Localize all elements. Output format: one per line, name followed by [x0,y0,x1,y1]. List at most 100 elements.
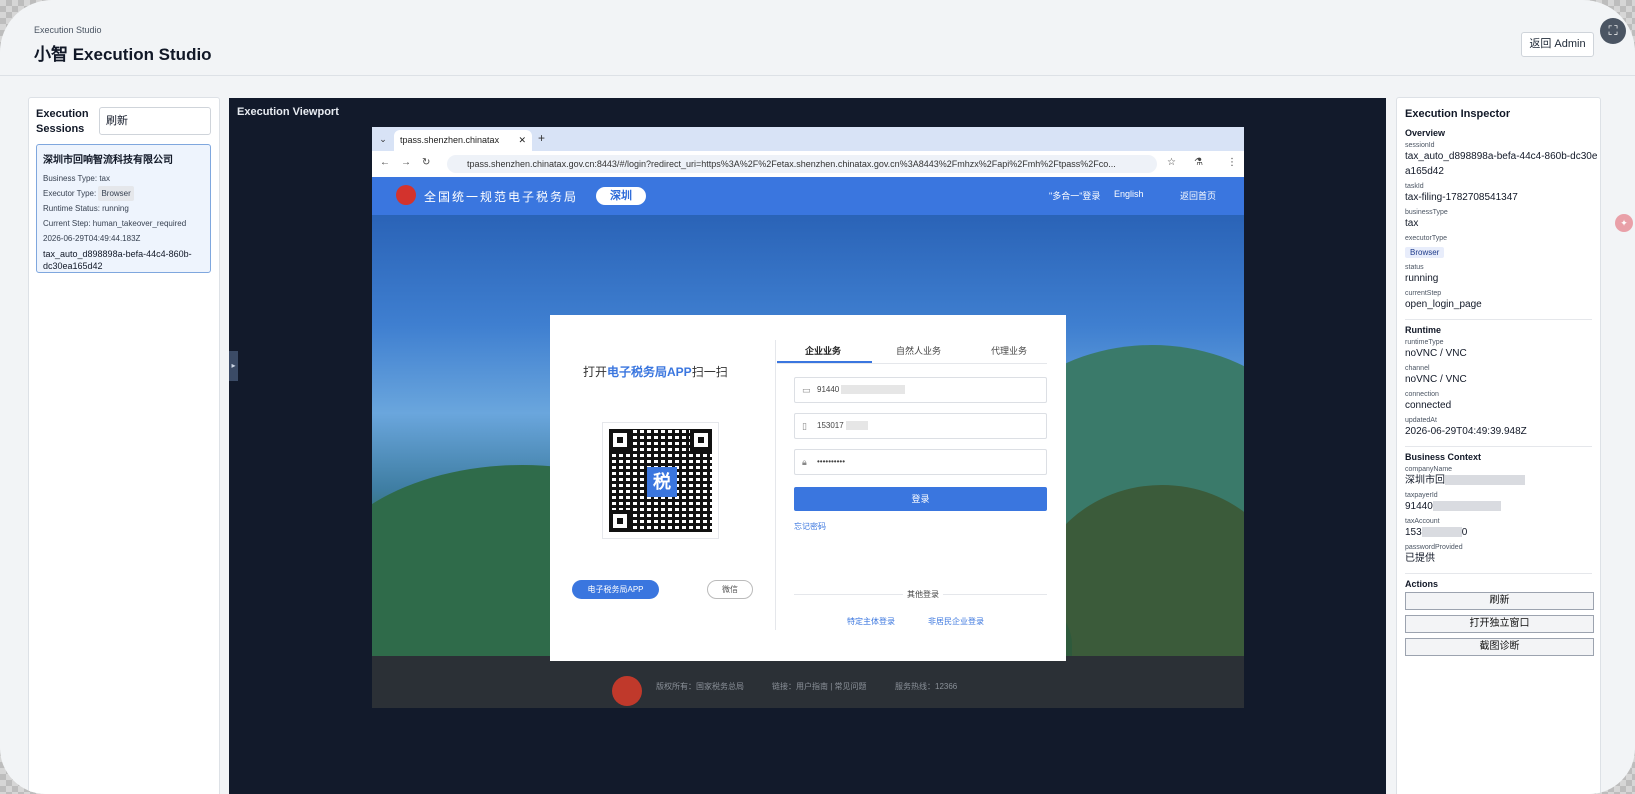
executor-type-badge: Browser [1405,247,1445,258]
browser-menu-icon[interactable]: ⋮ [1227,157,1237,168]
breadcrumb: Execution Studio [34,25,102,35]
tax-account-key: taxAccount [1405,518,1440,525]
login-button[interactable]: 登录 [794,487,1047,511]
tab-close-icon[interactable]: ✕ [518,130,526,151]
open-window-button[interactable]: 打开独立窗口 [1405,615,1594,633]
divider [775,340,776,630]
refresh-action-button[interactable]: 刷新 [1405,592,1594,610]
divider [1405,446,1592,447]
current-step-key: currentStep [1405,290,1442,297]
page-header: Execution Studio 小智 Execution Studio 返回 … [0,0,1635,76]
executor-badge: Browser [98,186,134,201]
screenshot-diagnose-button[interactable]: 截图诊断 [1405,638,1594,656]
tab-enterprise[interactable]: 企业业务 [805,344,841,357]
tax-account-value: 153 0 [1405,525,1600,540]
qr-finder [609,510,631,532]
session-current-step: Current Step: human_takeover_required [43,219,187,228]
qr-finder [609,429,631,451]
company-name-text: 深圳市回 [1405,475,1445,486]
wechat-button[interactable]: 微信 [707,580,753,599]
other-login-title: 其他登录 [903,589,943,600]
active-tab-indicator [777,361,872,363]
session-card[interactable]: 深圳市回响智流科技有限公司 Business Type: tax Executo… [36,144,211,273]
tab-title: tpass.shenzhen.chinatax [400,135,500,145]
lock-icon: 🔒︎ [802,457,807,467]
redaction [1432,501,1501,512]
home-link[interactable]: 返回首页 [1180,189,1216,202]
nonresident-login-link[interactable]: 非居民企业登录 [928,616,984,627]
browser-urlbar: ← → ↻ tpass.shenzhen.chinatax.gov.cn:844… [372,151,1244,177]
executor-type-key: executorType [1405,235,1448,242]
scan-hint: 打开电子税务局APP扫一扫 [583,363,728,380]
back-arrow-icon[interactable]: ← [380,157,390,168]
footer-links[interactable]: 链接：用户指南 | 常见问题 [772,681,867,692]
session-company-name: 深圳市回响智流科技有限公司 [43,155,173,166]
scan-app-name: 电子税务局APP [607,365,692,379]
site-footer: 版权所有：国家税务总局 链接：用户指南 | 常见问题 服务热线：12366 [372,656,1244,708]
inspector-title: Execution Inspector [1405,108,1511,120]
executor-label: Executor Type: [43,189,97,198]
session-runtime-status: Runtime Status: running [43,204,129,213]
forgot-password-link[interactable]: 忘记密码 [794,521,826,532]
back-to-admin-button[interactable]: 返回 Admin [1521,32,1594,57]
special-entity-login-link[interactable]: 特定主体登录 [847,616,895,627]
multi-login-link[interactable]: "多合一"登录 [1049,189,1100,202]
forward-arrow-icon[interactable]: → [401,157,411,168]
channel-key: channel [1405,365,1430,372]
collapse-handle-icon[interactable]: ▸ [229,351,238,381]
password-value: •••••••••• [817,457,846,466]
expand-icon[interactable]: ⛶ [1600,18,1626,44]
task-id-key: taskId [1405,183,1424,190]
tax-bureau-logo-icon [612,676,642,706]
session-id-value: tax_auto_d898898a-befa-44c4-860b-dc30ea1… [1405,151,1598,177]
updated-at-key: updatedAt [1405,417,1437,424]
runtime-type-key: runtimeType [1405,339,1444,346]
taxpayer-id-key: taxpayerId [1405,492,1438,499]
qr-tax-logo: 税 [647,467,677,497]
tab-agent[interactable]: 代理业务 [991,344,1027,357]
national-emblem-icon [396,185,416,205]
sessions-panel: Execution Sessions 刷新 深圳市回响智流科技有限公司 Busi… [28,97,220,794]
taxid-field[interactable]: ▭ 91440 [794,377,1047,403]
company-name-value: 深圳市回 [1405,473,1600,488]
tax-login-page: 全国统一规范电子税务局 深圳 "多合一"登录 English 返回首页 版权所有… [372,177,1244,708]
divider [1405,319,1592,320]
password-field[interactable]: 🔒︎ •••••••••• [794,449,1047,475]
sessions-refresh-button[interactable]: 刷新 [99,107,211,135]
footer-copyright: 版权所有：国家税务总局 [656,682,744,691]
redaction [1445,475,1525,486]
tab-individual[interactable]: 自然人业务 [896,344,941,357]
business-context-heading: Business Context [1405,452,1482,462]
session-id-key: sessionId [1405,142,1435,149]
browser-tab[interactable]: tpass.shenzhen.chinatax ✕ [394,130,532,151]
labs-flask-icon[interactable]: ⚗ [1194,157,1203,168]
reload-icon[interactable]: ↻ [422,157,430,168]
session-executor-type: Executor Type: Browser [43,186,204,201]
scan-prefix: 打开 [583,365,608,379]
address-bar[interactable]: tpass.shenzhen.chinatax.gov.cn:8443/#/lo… [447,155,1157,173]
remote-browser[interactable]: ⌄ tpass.shenzhen.chinatax ✕ + ← → ↻ tpas… [372,127,1244,708]
new-tab-icon[interactable]: + [538,131,545,145]
session-id: tax_auto_d898898a-befa-44c4-860b-dc30ea1… [43,249,192,271]
phone-field[interactable]: ▯ 153017 [794,413,1047,439]
bookmark-star-icon[interactable]: ☆ [1167,157,1176,168]
tax-account-suffix: 0 [1461,527,1468,538]
assistant-float-icon[interactable]: ✦ [1615,214,1633,232]
divider [1405,573,1592,574]
login-box: 打开电子税务局APP扫一扫 税 电子税务局APP 微信 企业业务 自然人业务 代… [550,315,1066,661]
taxpayer-id-value: 91440 [1405,499,1600,514]
tax-app-button[interactable]: 电子税务局APP [572,580,659,599]
overview-heading: Overview [1405,128,1446,138]
qr-finder [690,429,712,451]
app-window: Execution Studio 小智 Execution Studio 返回 … [0,0,1635,794]
updated-at-value: 2026-06-29T04:49:39.948Z [1405,426,1527,437]
execution-viewport: Execution Viewport ▸ ⌄ tpass.shenzhen.ch… [229,98,1386,794]
tab-list-chevron-icon[interactable]: ⌄ [376,132,390,146]
city-badge[interactable]: 深圳 [596,187,646,205]
site-name: 全国统一规范电子税务局 [424,190,579,204]
status-key: status [1405,264,1424,271]
business-type-key: businessType [1405,209,1448,216]
connection-value: connected [1405,400,1452,411]
runtime-type-value: noVNC / VNC [1405,348,1467,359]
english-link[interactable]: English [1114,189,1144,199]
